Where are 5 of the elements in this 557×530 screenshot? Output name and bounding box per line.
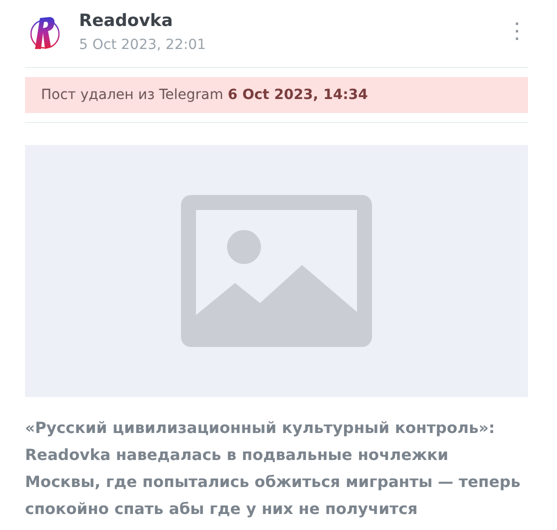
logo-icon <box>28 14 62 50</box>
deleted-notice: Пост удален из Telegram 6 Oct 2023, 14:34 <box>25 77 528 113</box>
post-date: 5 Oct 2023, 22:01 <box>79 37 206 53</box>
channel-name[interactable]: Readovka <box>79 11 173 31</box>
post-text: «Русский цивилизационный культурный контроль»: Readovka наведалась в подвальные ночлежки Москвы, где попытались обжиться мигранты — теперь спокойно спать абы где у них не получится <box>25 418 522 520</box>
